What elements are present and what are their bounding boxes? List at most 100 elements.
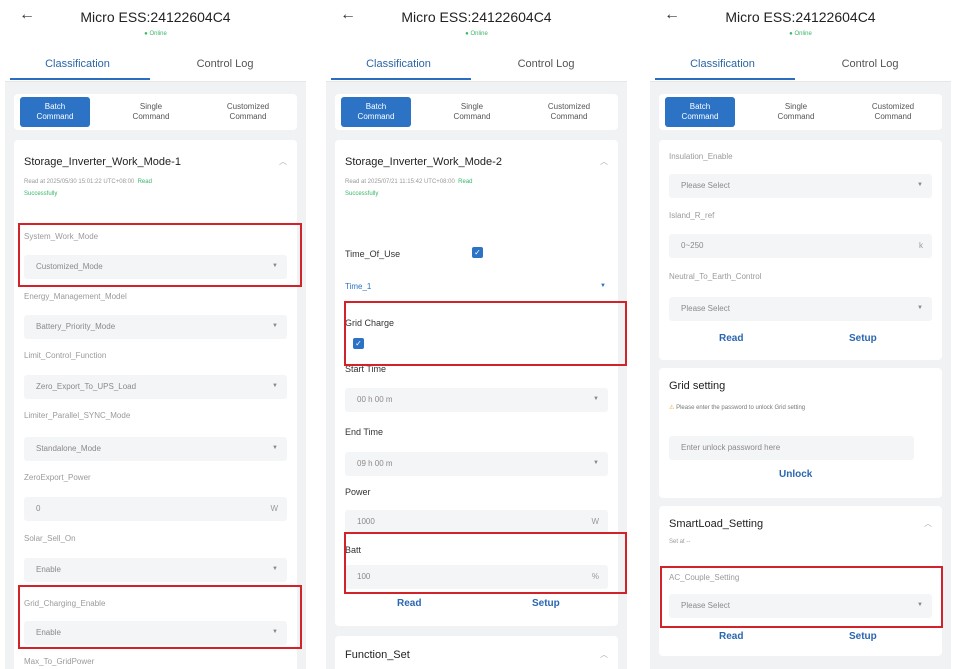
time-slot-value: Time_1	[345, 282, 372, 291]
page-title: Micro ESS:24122604C4	[725, 9, 876, 25]
command-type-selector: Batch Command Single Command Customized …	[335, 94, 618, 130]
page-title: Micro ESS:24122604C4	[80, 9, 231, 25]
customized-command-button[interactable]: Customized Command	[213, 97, 283, 127]
tab-bar: Classification Control Log	[650, 46, 951, 82]
single-command-button[interactable]: Single Command	[116, 97, 186, 127]
unit-label: k	[919, 241, 923, 250]
select-value: Please Select	[681, 304, 730, 313]
select-value: Standalone_Mode	[36, 444, 101, 453]
read-result: Read	[137, 179, 152, 185]
field-label: Limiter_Parallel_SYNC_Mode	[24, 411, 131, 420]
highlight-box	[344, 301, 627, 366]
read-button[interactable]: Read	[719, 333, 743, 344]
power-input[interactable]: 1000 W	[345, 510, 608, 534]
neutral-earth-select[interactable]: Please Select ▼	[669, 297, 932, 321]
highlight-box	[18, 585, 302, 649]
caret-down-icon: ▼	[272, 566, 278, 572]
tab-control-log[interactable]: Control Log	[471, 58, 621, 70]
command-type-selector: Batch Command Single Command Customized …	[659, 94, 942, 130]
warning-icon: ⚠	[669, 405, 675, 411]
batch-command-button[interactable]: Batch Command	[20, 97, 90, 127]
read-status: Read at 2025/07/21 11:15:42 UTC+08:00 Re…	[345, 176, 608, 200]
unlock-button[interactable]: Unlock	[779, 469, 812, 480]
caret-down-icon: ▼	[272, 323, 278, 329]
online-status: ● Online	[144, 31, 167, 37]
field-label: Limit_Control_Function	[24, 351, 107, 360]
card-title: Function_Set	[345, 649, 410, 661]
single-command-button[interactable]: Single Command	[437, 97, 507, 127]
chevron-up-icon[interactable]: ︿	[924, 518, 932, 529]
unit-label: W	[270, 504, 278, 513]
read-button[interactable]: Read	[397, 598, 421, 609]
active-tab-indicator	[10, 78, 150, 80]
highlight-box	[660, 566, 943, 628]
batch-command-button[interactable]: Batch Command	[341, 97, 411, 127]
read-result-cont: Successfully	[24, 191, 58, 197]
tab-control-log[interactable]: Control Log	[150, 58, 300, 70]
read-status: Read at 2025/05/30 15:01:22 UTC+08:00 Re…	[24, 176, 287, 200]
setup-button[interactable]: Setup	[532, 598, 560, 609]
energy-management-select[interactable]: Battery_Priority_Mode ▼	[24, 315, 287, 339]
read-result-cont: Successfully	[345, 191, 379, 197]
select-value: Enable	[36, 565, 61, 574]
power-label: Power	[345, 487, 371, 497]
card-title: Storage_Inverter_Work_Mode-1	[24, 156, 181, 168]
caret-down-icon: ▼	[917, 305, 923, 311]
field-label: Neutral_To_Earth_Control	[669, 272, 762, 281]
read-timestamp: Read at 2025/05/30 15:01:22 UTC+08:00	[24, 179, 135, 185]
online-status: ● Online	[465, 31, 488, 37]
zero-export-power-input[interactable]: 0W	[24, 497, 287, 521]
chevron-up-icon[interactable]: ︿	[600, 156, 608, 167]
header: ← Micro ESS:24122604C4 ● Online	[326, 0, 627, 46]
unlock-note: ⚠ Please enter the password to unlock Gr…	[669, 404, 805, 411]
select-value: Battery_Priority_Mode	[36, 322, 116, 331]
setup-button[interactable]: Setup	[849, 333, 877, 344]
input-value: 0~250	[681, 241, 704, 250]
tab-bar: Classification Control Log	[5, 46, 306, 82]
input-value: 0	[36, 504, 41, 513]
caret-down-icon: ▼	[593, 460, 599, 466]
chevron-up-icon[interactable]: ︿	[279, 156, 287, 167]
time-of-use-checkbox[interactable]: ✓	[472, 247, 483, 258]
island-r-ref-input[interactable]: 0~250 k	[669, 234, 932, 258]
screen-work-mode-1: ← Micro ESS:24122604C4 ● Online Classifi…	[5, 0, 306, 669]
highlight-box	[18, 223, 302, 287]
tab-classification[interactable]: Classification	[331, 58, 466, 70]
picker-value: 09 h 00 m	[357, 459, 393, 468]
limiter-sync-select[interactable]: Standalone_Mode ▼	[24, 437, 287, 461]
card-title: Grid setting	[669, 380, 726, 392]
customized-command-button[interactable]: Customized Command	[534, 97, 604, 127]
customized-command-button[interactable]: Customized Command	[858, 97, 928, 127]
screen-work-mode-2: ← Micro ESS:24122604C4 ● Online Classifi…	[326, 0, 627, 669]
unlock-password-input[interactable]: Enter unlock password here	[669, 436, 914, 460]
limit-control-select[interactable]: Zero_Export_To_UPS_Load ▼	[24, 375, 287, 399]
field-label: Solar_Sell_On	[24, 534, 76, 543]
tab-classification[interactable]: Classification	[10, 58, 145, 70]
caret-down-icon: ▼	[917, 182, 923, 188]
time-slot-dropdown[interactable]: Time_1 ▼	[345, 282, 608, 291]
single-command-button[interactable]: Single Command	[761, 97, 831, 127]
batch-command-button[interactable]: Batch Command	[665, 97, 735, 127]
read-result: Read	[458, 179, 473, 185]
read-button[interactable]: Read	[719, 631, 743, 642]
chevron-up-icon[interactable]: ︿	[600, 649, 608, 660]
start-time-picker[interactable]: 00 h 00 m ▼	[345, 388, 608, 412]
field-label: Max_To_GridPower	[24, 657, 95, 666]
online-status: ● Online	[789, 31, 812, 37]
setup-button[interactable]: Setup	[849, 631, 877, 642]
caret-down-icon: ▼	[272, 383, 278, 389]
tab-control-log[interactable]: Control Log	[795, 58, 945, 70]
select-value: Please Select	[681, 181, 730, 190]
solar-sell-select[interactable]: Enable ▼	[24, 558, 287, 582]
end-time-picker[interactable]: 09 h 00 m ▼	[345, 452, 608, 476]
header: ← Micro ESS:24122604C4 ● Online	[650, 0, 951, 46]
highlight-box	[344, 532, 627, 594]
tab-classification[interactable]: Classification	[655, 58, 790, 70]
insulation-enable-select[interactable]: Please Select ▼	[669, 174, 932, 198]
note-text: Please enter the password to unlock Grid…	[676, 405, 806, 411]
screen-settings: ← Micro ESS:24122604C4 ● Online Classifi…	[650, 0, 951, 669]
card-title: SmartLoad_Setting	[669, 518, 764, 530]
caret-down-icon: ▼	[593, 396, 599, 402]
picker-value: 00 h 00 m	[357, 395, 393, 404]
protection-card: Insulation_Enable Please Select ▼ Island_…	[659, 140, 942, 360]
